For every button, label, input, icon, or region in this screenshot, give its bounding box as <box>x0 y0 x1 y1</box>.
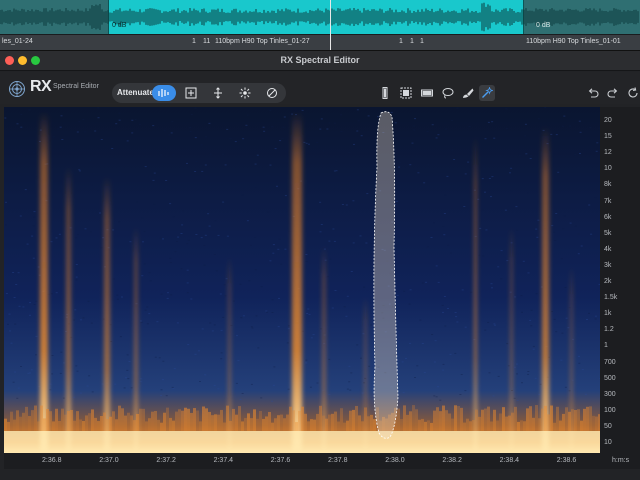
rx-logo-icon <box>9 81 25 97</box>
frequency-tick-label: 20 <box>604 117 612 124</box>
gain-mode-icon <box>185 87 197 99</box>
replace-mode-icon <box>214 87 222 99</box>
track-lane[interactable]: 0 dB 0 dB <box>0 0 640 34</box>
undo-icon <box>588 88 599 98</box>
loop-button[interactable] <box>625 85 640 101</box>
clip-name[interactable]: 1 <box>410 38 414 45</box>
frequency-tick-label: 4k <box>604 245 612 253</box>
time-tick-label: 2:38.6 <box>556 457 577 464</box>
window-title: RX Spectral Editor <box>280 55 360 65</box>
frequency-tick-label: 50 <box>604 422 612 430</box>
lasso-tool[interactable] <box>440 85 456 101</box>
lasso-icon <box>442 88 454 99</box>
daw-playhead[interactable] <box>330 0 331 50</box>
frequency-tick-label: 1k <box>604 310 612 318</box>
magic-wand-tool[interactable] <box>479 85 495 101</box>
undo-button[interactable] <box>585 85 601 101</box>
frequency-tick-label: 100 <box>604 406 616 414</box>
rx-logo-subtitle: Spectral Editor <box>53 83 99 90</box>
gain-mode-button[interactable] <box>179 85 203 101</box>
frequency-tick-label: 8k <box>604 181 612 189</box>
attenuate-mode-icon <box>158 89 169 97</box>
frequency-tick-label: 500 <box>604 374 616 382</box>
time-tick-label: 2:37.0 <box>99 457 119 464</box>
clip-name[interactable]: 1 <box>420 38 424 45</box>
frequency-tick-label: 7k <box>604 197 612 205</box>
frequency-selection-tool[interactable] <box>419 85 435 101</box>
frequency-tick-label: 10 <box>604 439 612 446</box>
rx-editor-window: RX Spectral Editor RX Spectral Editor At… <box>0 50 640 480</box>
frequency-tick-label: 1 <box>604 342 608 350</box>
brush-tool[interactable] <box>460 85 476 101</box>
time-tick-label: 2:36.8 <box>42 457 62 464</box>
time-tick-label: 2:37.6 <box>270 457 291 464</box>
clip-gain-label: 0 dB <box>536 22 551 29</box>
spectrogram-canvas[interactable] <box>4 107 600 453</box>
window-titlebar[interactable]: RX Spectral Editor <box>0 51 640 71</box>
clip-name[interactable]: 11 <box>203 38 210 45</box>
frequency-ruler[interactable]: 20 15 12 10 8k 7k 6k 5k 4k 3k 2k 1.5k 1k 1.2 1 700 500 30… <box>600 107 640 453</box>
time-tick-label: 2:38.2 <box>442 457 462 464</box>
pattern-mode-icon <box>239 87 251 99</box>
magic-wand-icon <box>482 87 493 98</box>
time-unit-label: h:m:s <box>612 457 630 464</box>
disable-mode-button[interactable] <box>260 85 284 101</box>
editor-toolbar: RX Spectral Editor Attenuate <box>0 72 640 104</box>
time-selection-icon <box>382 87 388 99</box>
spectral-selection[interactable] <box>373 111 399 439</box>
time-selection-tool[interactable] <box>377 85 393 101</box>
mode-label: Attenuate <box>117 88 154 97</box>
time-tick-label: 2:38.4 <box>499 457 520 464</box>
rx-logo-text: RX <box>30 78 52 95</box>
pattern-mode-button[interactable] <box>233 85 257 101</box>
redo-button[interactable] <box>605 85 621 101</box>
time-tick-label: 2:37.2 <box>156 457 176 464</box>
disable-mode-icon <box>267 88 277 98</box>
brush-icon <box>463 88 474 98</box>
frequency-tick-label: 5k <box>604 229 612 237</box>
frequency-tick-label: 10 <box>604 165 612 173</box>
frequency-tick-label: 12 <box>604 149 612 157</box>
rectangle-selection-tool[interactable] <box>398 85 414 101</box>
attenuate-mode-button[interactable] <box>152 85 176 101</box>
daw-track-strip: 0 dB 0 dB les_01-24 1 11 110bpm H90 Top … <box>0 0 640 50</box>
frequency-tick-label: 1.5k <box>604 294 618 302</box>
time-ruler[interactable]: 2:36.8 2:37.0 2:37.2 2:37.4 2:37.6 2:37.8 2:38… <box>4 453 640 469</box>
clip-name[interactable]: 110bpm H90 Top Tinles_01-27 <box>215 38 310 45</box>
frequency-tick-label: 700 <box>604 358 616 366</box>
clip-name-row: les_01-24 1 11 110bpm H90 Top Tinles_01-… <box>0 34 640 50</box>
loop-icon <box>628 87 638 98</box>
rectangle-selection-icon <box>400 87 412 99</box>
replace-mode-button[interactable] <box>206 85 230 101</box>
frequency-tick-label: 300 <box>604 390 616 398</box>
clip-name[interactable]: 1 <box>192 38 196 45</box>
redo-icon <box>607 88 618 98</box>
frequency-tick-label: 2k <box>604 278 612 285</box>
clip-name[interactable]: 110bpm H90 Top Tinles_01-01 <box>526 38 621 45</box>
clip-name[interactable]: les_01-24 <box>2 38 33 45</box>
spectrogram-view[interactable] <box>4 107 600 453</box>
time-tick-label: 2:37.8 <box>328 457 348 464</box>
time-tick-label: 2:37.4 <box>213 457 234 464</box>
clip-name[interactable]: 1 <box>399 38 403 45</box>
frequency-tick-label: 3k <box>604 261 612 269</box>
clip-gain-label: 0 dB <box>112 22 127 29</box>
frequency-tick-label: 1.2 <box>604 326 614 334</box>
frequency-tick-label: 6k <box>604 213 612 221</box>
frequency-selection-icon <box>421 89 433 97</box>
spectral-mode-group: Attenuate <box>112 83 286 103</box>
frequency-tick-label: 15 <box>604 133 612 141</box>
time-tick-label: 2:38.0 <box>385 457 405 464</box>
